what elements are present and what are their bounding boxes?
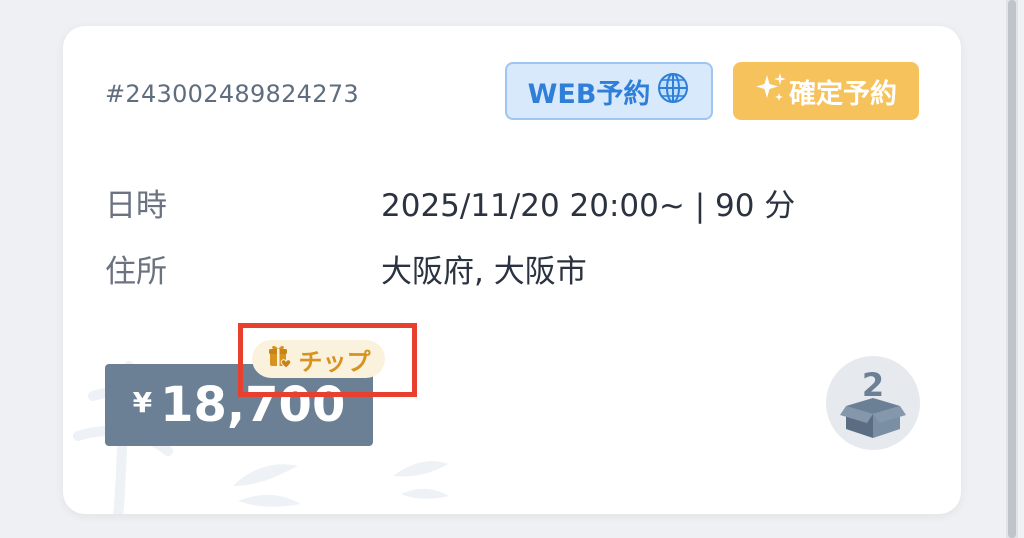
datetime-value: 2025/11/20 20:00~ | 90 分 <box>381 188 796 224</box>
scrollbar[interactable] <box>1006 0 1018 538</box>
web-badge-label: WEB予約 <box>527 78 651 110</box>
tip-highlight-frame <box>238 323 417 397</box>
sparkles-icon <box>755 71 787 112</box>
scrollbar-thumb[interactable] <box>1008 0 1016 538</box>
reservation-card[interactable]: #243002489824273 WEB予約 確定予約 日時 2025/11/2… <box>63 26 961 514</box>
box-icon: 2 <box>840 366 906 438</box>
package-count-button[interactable]: 2 <box>826 356 920 450</box>
confirm-badge-label: 確定予約 <box>789 78 897 110</box>
globe-icon <box>656 71 690 112</box>
order-id: #243002489824273 <box>105 80 359 108</box>
datetime-label: 日時 <box>105 188 167 224</box>
confirmed-reservation-badge: 確定予約 <box>733 62 919 120</box>
address-value: 大阪府, 大阪市 <box>381 254 587 290</box>
address-label: 住所 <box>105 254 167 290</box>
web-reservation-badge: WEB予約 <box>505 62 713 120</box>
currency-symbol: ¥ <box>132 385 153 419</box>
